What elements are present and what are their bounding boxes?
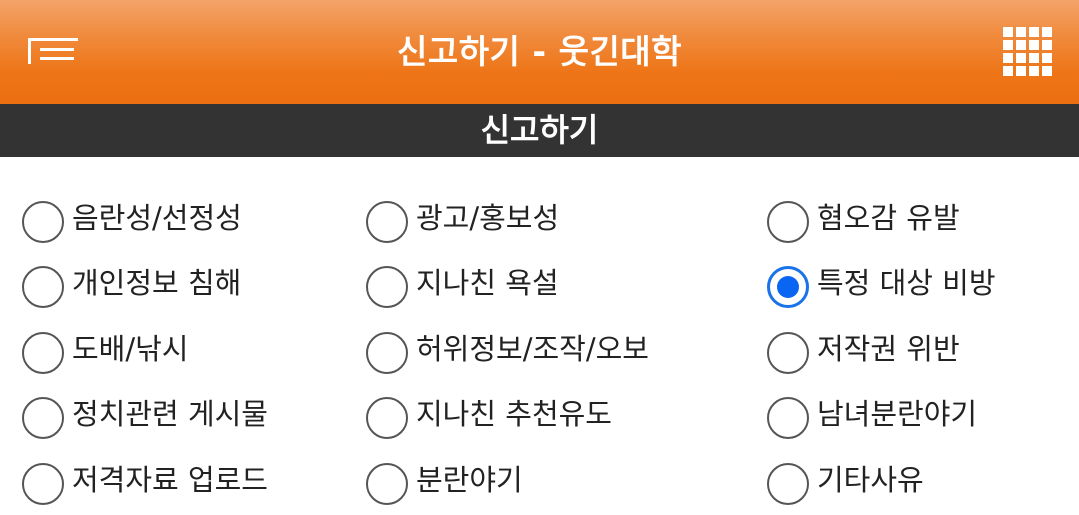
radio-button[interactable] bbox=[22, 201, 64, 243]
reason-option-sniping-upload[interactable]: 저격자료 업로드 bbox=[22, 459, 268, 509]
radio-button[interactable] bbox=[767, 332, 809, 374]
reason-option-label: 저작권 위반 bbox=[817, 332, 960, 366]
top-app-bar: 신고하기 - 웃긴대학 bbox=[0, 0, 1079, 104]
reason-option-label: 지나친 욕설 bbox=[416, 266, 559, 300]
reason-option-label: 분란야기 bbox=[416, 463, 523, 497]
reason-option-label: 남녀분란야기 bbox=[817, 397, 978, 431]
reason-option-profanity[interactable]: 지나친 욕설 bbox=[366, 262, 559, 312]
reason-option-label: 저격자료 업로드 bbox=[72, 463, 268, 497]
section-header-bar: 신고하기 bbox=[0, 104, 1079, 157]
radio-button[interactable] bbox=[767, 201, 809, 243]
radio-button[interactable] bbox=[366, 266, 408, 308]
reason-option-other[interactable]: 기타사유 bbox=[767, 459, 924, 509]
reason-option-political[interactable]: 정치관련 게시물 bbox=[22, 393, 268, 443]
radio-button[interactable] bbox=[22, 463, 64, 505]
reason-option-copyright[interactable]: 저작권 위반 bbox=[767, 328, 960, 378]
radio-button-selected[interactable] bbox=[767, 266, 809, 308]
app-title: 신고하기 - 웃긴대학 bbox=[396, 32, 683, 71]
reason-option-misinformation[interactable]: 허위정보/조작/오보 bbox=[366, 328, 649, 378]
reason-option-label: 광고/홍보성 bbox=[416, 201, 560, 235]
reason-option-obscene[interactable]: 음란성/선정성 bbox=[22, 197, 242, 247]
report-screen: 신고하기 - 웃긴대학 신고하기 음란성/선정성 광고/홍보성 혐오감 유발 개… bbox=[0, 0, 1079, 515]
reason-option-privacy[interactable]: 개인정보 침해 bbox=[22, 262, 241, 312]
reason-option-disgust[interactable]: 혐오감 유발 bbox=[767, 197, 960, 247]
menu-icon[interactable] bbox=[28, 38, 78, 64]
menu-icon-graphic bbox=[28, 38, 78, 64]
reason-option-label: 혐오감 유발 bbox=[817, 201, 960, 235]
reason-option-vote-solicitation[interactable]: 지나친 추천유도 bbox=[366, 393, 612, 443]
grid-icon-graphic bbox=[1003, 27, 1052, 76]
reason-option-label: 지나친 추천유도 bbox=[416, 397, 612, 431]
radio-button[interactable] bbox=[366, 463, 408, 505]
radio-button[interactable] bbox=[22, 266, 64, 308]
reason-option-label: 개인정보 침해 bbox=[72, 266, 242, 300]
reason-option-defamation[interactable]: 특정 대상 비방 bbox=[767, 262, 996, 312]
section-title: 신고하기 bbox=[480, 111, 599, 149]
radio-button[interactable] bbox=[366, 397, 408, 439]
radio-button[interactable] bbox=[767, 397, 809, 439]
reason-option-label: 정치관련 게시물 bbox=[72, 397, 268, 431]
radio-button[interactable] bbox=[366, 332, 408, 374]
reason-option-label: 허위정보/조작/오보 bbox=[416, 332, 649, 366]
radio-button[interactable] bbox=[22, 397, 64, 439]
reason-option-label: 도배/낚시 bbox=[72, 332, 189, 366]
report-reason-options: 음란성/선정성 광고/홍보성 혐오감 유발 개인정보 침해 지나친 욕설 특정 … bbox=[0, 157, 1079, 515]
radio-button[interactable] bbox=[366, 201, 408, 243]
reason-option-label: 특정 대상 비방 bbox=[817, 266, 996, 300]
grid-icon[interactable] bbox=[1003, 27, 1053, 77]
reason-option-provoking-conflict[interactable]: 분란야기 bbox=[366, 459, 523, 509]
reason-option-label: 기타사유 bbox=[817, 463, 924, 497]
radio-button[interactable] bbox=[767, 463, 809, 505]
reason-option-spam[interactable]: 도배/낚시 bbox=[22, 328, 189, 378]
reason-option-advertising[interactable]: 광고/홍보성 bbox=[366, 197, 559, 247]
reason-option-gender-conflict[interactable]: 남녀분란야기 bbox=[767, 393, 977, 443]
reason-option-label: 음란성/선정성 bbox=[72, 201, 242, 235]
radio-button[interactable] bbox=[22, 332, 64, 374]
